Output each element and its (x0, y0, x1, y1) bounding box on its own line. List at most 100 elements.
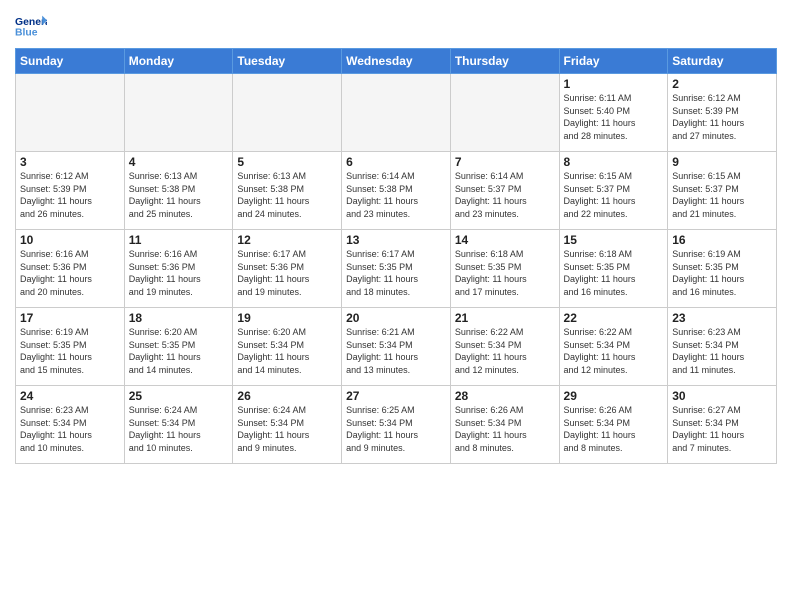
svg-text:Blue: Blue (15, 28, 38, 39)
calendar-cell: 4Sunrise: 6:13 AM Sunset: 5:38 PM Daylig… (124, 152, 233, 230)
weekday-header-monday: Monday (124, 49, 233, 74)
calendar-week-2: 3Sunrise: 6:12 AM Sunset: 5:39 PM Daylig… (16, 152, 777, 230)
calendar-cell: 25Sunrise: 6:24 AM Sunset: 5:34 PM Dayli… (124, 386, 233, 464)
day-number: 23 (672, 311, 772, 325)
day-number: 19 (237, 311, 337, 325)
calendar-week-4: 17Sunrise: 6:19 AM Sunset: 5:35 PM Dayli… (16, 308, 777, 386)
calendar-cell: 1Sunrise: 6:11 AM Sunset: 5:40 PM Daylig… (559, 74, 668, 152)
header: General Blue (15, 10, 777, 42)
day-number: 22 (564, 311, 664, 325)
calendar-cell: 3Sunrise: 6:12 AM Sunset: 5:39 PM Daylig… (16, 152, 125, 230)
day-detail: Sunrise: 6:19 AM Sunset: 5:35 PM Dayligh… (20, 326, 120, 376)
day-number: 30 (672, 389, 772, 403)
day-detail: Sunrise: 6:16 AM Sunset: 5:36 PM Dayligh… (129, 248, 229, 298)
calendar-cell: 2Sunrise: 6:12 AM Sunset: 5:39 PM Daylig… (668, 74, 777, 152)
calendar-cell: 26Sunrise: 6:24 AM Sunset: 5:34 PM Dayli… (233, 386, 342, 464)
day-detail: Sunrise: 6:15 AM Sunset: 5:37 PM Dayligh… (564, 170, 664, 220)
day-detail: Sunrise: 6:25 AM Sunset: 5:34 PM Dayligh… (346, 404, 446, 454)
day-detail: Sunrise: 6:23 AM Sunset: 5:34 PM Dayligh… (20, 404, 120, 454)
day-number: 18 (129, 311, 229, 325)
calendar-cell: 30Sunrise: 6:27 AM Sunset: 5:34 PM Dayli… (668, 386, 777, 464)
day-number: 28 (455, 389, 555, 403)
logo-icon: General Blue (15, 14, 47, 42)
day-detail: Sunrise: 6:16 AM Sunset: 5:36 PM Dayligh… (20, 248, 120, 298)
calendar-cell: 14Sunrise: 6:18 AM Sunset: 5:35 PM Dayli… (450, 230, 559, 308)
calendar-cell: 23Sunrise: 6:23 AM Sunset: 5:34 PM Dayli… (668, 308, 777, 386)
day-number: 21 (455, 311, 555, 325)
day-detail: Sunrise: 6:12 AM Sunset: 5:39 PM Dayligh… (20, 170, 120, 220)
day-detail: Sunrise: 6:22 AM Sunset: 5:34 PM Dayligh… (455, 326, 555, 376)
day-number: 7 (455, 155, 555, 169)
day-number: 29 (564, 389, 664, 403)
day-detail: Sunrise: 6:27 AM Sunset: 5:34 PM Dayligh… (672, 404, 772, 454)
calendar-cell (124, 74, 233, 152)
weekday-header-saturday: Saturday (668, 49, 777, 74)
calendar-cell: 10Sunrise: 6:16 AM Sunset: 5:36 PM Dayli… (16, 230, 125, 308)
day-detail: Sunrise: 6:11 AM Sunset: 5:40 PM Dayligh… (564, 92, 664, 142)
day-number: 5 (237, 155, 337, 169)
day-detail: Sunrise: 6:13 AM Sunset: 5:38 PM Dayligh… (237, 170, 337, 220)
weekday-header-row: SundayMondayTuesdayWednesdayThursdayFrid… (16, 49, 777, 74)
day-detail: Sunrise: 6:26 AM Sunset: 5:34 PM Dayligh… (455, 404, 555, 454)
day-detail: Sunrise: 6:13 AM Sunset: 5:38 PM Dayligh… (129, 170, 229, 220)
calendar-cell: 11Sunrise: 6:16 AM Sunset: 5:36 PM Dayli… (124, 230, 233, 308)
calendar-cell: 18Sunrise: 6:20 AM Sunset: 5:35 PM Dayli… (124, 308, 233, 386)
logo: General Blue (15, 14, 47, 42)
day-detail: Sunrise: 6:26 AM Sunset: 5:34 PM Dayligh… (564, 404, 664, 454)
day-detail: Sunrise: 6:14 AM Sunset: 5:37 PM Dayligh… (455, 170, 555, 220)
day-number: 9 (672, 155, 772, 169)
day-number: 1 (564, 77, 664, 91)
weekday-header-sunday: Sunday (16, 49, 125, 74)
calendar-cell (342, 74, 451, 152)
calendar-cell: 20Sunrise: 6:21 AM Sunset: 5:34 PM Dayli… (342, 308, 451, 386)
day-number: 3 (20, 155, 120, 169)
day-detail: Sunrise: 6:19 AM Sunset: 5:35 PM Dayligh… (672, 248, 772, 298)
calendar-week-5: 24Sunrise: 6:23 AM Sunset: 5:34 PM Dayli… (16, 386, 777, 464)
calendar-cell: 16Sunrise: 6:19 AM Sunset: 5:35 PM Dayli… (668, 230, 777, 308)
day-number: 24 (20, 389, 120, 403)
day-number: 17 (20, 311, 120, 325)
day-detail: Sunrise: 6:20 AM Sunset: 5:35 PM Dayligh… (129, 326, 229, 376)
day-detail: Sunrise: 6:21 AM Sunset: 5:34 PM Dayligh… (346, 326, 446, 376)
day-number: 12 (237, 233, 337, 247)
calendar-cell: 5Sunrise: 6:13 AM Sunset: 5:38 PM Daylig… (233, 152, 342, 230)
day-detail: Sunrise: 6:24 AM Sunset: 5:34 PM Dayligh… (129, 404, 229, 454)
calendar-cell: 6Sunrise: 6:14 AM Sunset: 5:38 PM Daylig… (342, 152, 451, 230)
calendar-cell: 15Sunrise: 6:18 AM Sunset: 5:35 PM Dayli… (559, 230, 668, 308)
day-detail: Sunrise: 6:14 AM Sunset: 5:38 PM Dayligh… (346, 170, 446, 220)
day-detail: Sunrise: 6:20 AM Sunset: 5:34 PM Dayligh… (237, 326, 337, 376)
day-number: 10 (20, 233, 120, 247)
calendar-cell: 24Sunrise: 6:23 AM Sunset: 5:34 PM Dayli… (16, 386, 125, 464)
calendar-cell: 29Sunrise: 6:26 AM Sunset: 5:34 PM Dayli… (559, 386, 668, 464)
day-number: 16 (672, 233, 772, 247)
weekday-header-thursday: Thursday (450, 49, 559, 74)
day-number: 2 (672, 77, 772, 91)
calendar-cell: 13Sunrise: 6:17 AM Sunset: 5:35 PM Dayli… (342, 230, 451, 308)
weekday-header-tuesday: Tuesday (233, 49, 342, 74)
calendar-week-3: 10Sunrise: 6:16 AM Sunset: 5:36 PM Dayli… (16, 230, 777, 308)
day-detail: Sunrise: 6:15 AM Sunset: 5:37 PM Dayligh… (672, 170, 772, 220)
day-detail: Sunrise: 6:23 AM Sunset: 5:34 PM Dayligh… (672, 326, 772, 376)
calendar-cell: 27Sunrise: 6:25 AM Sunset: 5:34 PM Dayli… (342, 386, 451, 464)
calendar-cell (16, 74, 125, 152)
day-number: 14 (455, 233, 555, 247)
calendar-cell: 9Sunrise: 6:15 AM Sunset: 5:37 PM Daylig… (668, 152, 777, 230)
day-number: 27 (346, 389, 446, 403)
day-number: 6 (346, 155, 446, 169)
calendar-cell: 21Sunrise: 6:22 AM Sunset: 5:34 PM Dayli… (450, 308, 559, 386)
weekday-header-wednesday: Wednesday (342, 49, 451, 74)
calendar-cell: 22Sunrise: 6:22 AM Sunset: 5:34 PM Dayli… (559, 308, 668, 386)
calendar-week-1: 1Sunrise: 6:11 AM Sunset: 5:40 PM Daylig… (16, 74, 777, 152)
day-number: 4 (129, 155, 229, 169)
calendar-cell: 17Sunrise: 6:19 AM Sunset: 5:35 PM Dayli… (16, 308, 125, 386)
calendar-cell: 28Sunrise: 6:26 AM Sunset: 5:34 PM Dayli… (450, 386, 559, 464)
day-detail: Sunrise: 6:12 AM Sunset: 5:39 PM Dayligh… (672, 92, 772, 142)
day-number: 15 (564, 233, 664, 247)
day-number: 11 (129, 233, 229, 247)
calendar-cell: 7Sunrise: 6:14 AM Sunset: 5:37 PM Daylig… (450, 152, 559, 230)
calendar-cell: 8Sunrise: 6:15 AM Sunset: 5:37 PM Daylig… (559, 152, 668, 230)
calendar-cell (450, 74, 559, 152)
day-number: 25 (129, 389, 229, 403)
day-detail: Sunrise: 6:17 AM Sunset: 5:35 PM Dayligh… (346, 248, 446, 298)
day-number: 8 (564, 155, 664, 169)
